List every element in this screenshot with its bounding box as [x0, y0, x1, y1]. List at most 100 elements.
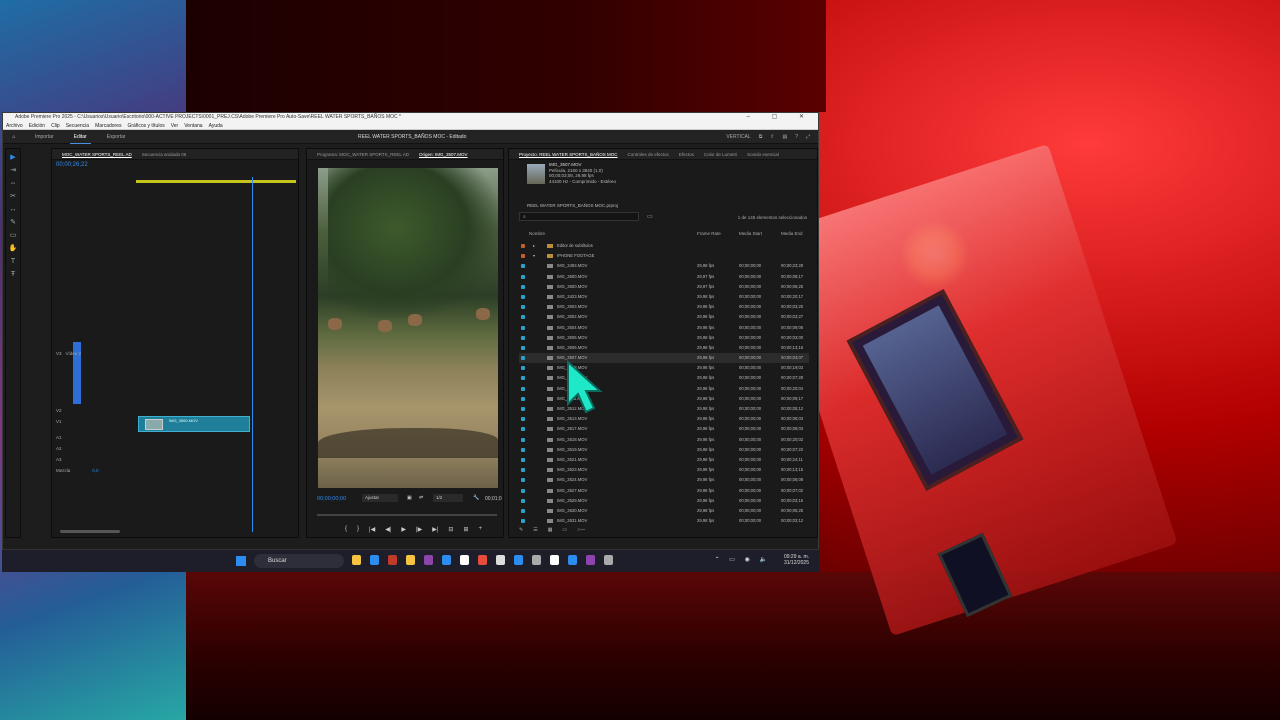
slip-icon[interactable]: ↔ — [8, 205, 18, 214]
track-header-v1[interactable]: V1 — [52, 417, 132, 426]
taskbar-app-icon[interactable] — [496, 555, 505, 565]
timeline-playhead[interactable] — [252, 177, 253, 532]
tab-importar[interactable]: Importar — [31, 130, 58, 144]
icon-view-icon[interactable]: ▦ — [548, 527, 553, 533]
ripple-edit-icon[interactable]: ⇔ — [8, 179, 18, 188]
folder-row[interactable]: ▸ Editor de subtítulos — [519, 241, 809, 251]
pen-icon[interactable]: ✎ — [8, 218, 18, 227]
column-media-end[interactable]: Media End — [781, 231, 803, 236]
menu-item[interactable]: Ventana — [184, 122, 202, 129]
pencil-icon[interactable]: ✎ — [519, 527, 523, 533]
timeline-work-area[interactable] — [136, 180, 296, 183]
panels-icon[interactable]: ▤ — [782, 134, 787, 140]
list-item[interactable]: IMG_3529.MOV 29,98 fps 00;00;00;00 00;00;03… — [519, 496, 809, 506]
menu-item[interactable]: Ver — [171, 122, 179, 129]
source-timecode[interactable]: 00;00;00;00 — [317, 496, 346, 502]
track-header-a2[interactable]: A2 — [52, 444, 132, 453]
mark-out-icon[interactable]: } — [357, 526, 359, 533]
add-icon[interactable]: + — [478, 526, 482, 533]
taskbar-app-icon[interactable] — [352, 555, 361, 565]
list-item[interactable]: IMG_3527.MOV 29,98 fps 00;00;00;00 00;00;07… — [519, 486, 809, 496]
list-item[interactable]: IMG_3523.MOV 29,98 fps 00;00;00;00 00;00;13… — [519, 465, 809, 475]
list-item[interactable]: IMG_3506.MOV 29,98 fps 00;00;00;00 00;00;13… — [519, 343, 809, 353]
column-frame-rate[interactable]: Frame Rate — [697, 231, 721, 236]
list-item[interactable]: IMG_3504.MOV 29,98 fps 00;00;00;00 00;00;09… — [519, 323, 809, 333]
tab-editar[interactable]: Editar — [69, 130, 91, 144]
track-select-icon[interactable]: ⇥ — [8, 166, 18, 175]
window-controls[interactable]: – ▢ ✕ — [747, 113, 814, 122]
taskbar-app-icon[interactable] — [514, 555, 523, 565]
menu-item[interactable]: Marcadores — [95, 122, 121, 129]
project-tab[interactable]: Color de Lumetri — [704, 149, 737, 159]
help-icon[interactable]: ? — [795, 134, 798, 140]
taskbar-app-icon[interactable] — [388, 555, 397, 565]
caption-icon[interactable]: Ŧ — [8, 270, 18, 279]
track-header-a3[interactable]: A3 — [52, 455, 132, 464]
taskbar-app-icon[interactable] — [442, 555, 451, 565]
source-scrubber[interactable] — [317, 514, 497, 516]
taskbar-app-icon[interactable] — [568, 555, 577, 565]
type-icon[interactable]: T — [8, 257, 18, 266]
mark-in-icon[interactable]: { — [345, 526, 347, 533]
expand-chevron-icon[interactable]: ▾ — [533, 251, 535, 261]
taskbar-app-icon[interactable] — [586, 555, 595, 565]
taskbar-app-icon[interactable] — [460, 555, 469, 565]
taskbar-search[interactable]: Buscar — [254, 554, 344, 568]
column-name[interactable]: Nombre — [529, 231, 545, 236]
menu-item[interactable]: Secuencia — [66, 122, 89, 129]
wrench-icon[interactable]: 🔧 — [473, 495, 479, 501]
list-item[interactable]: IMG_3509.MOV29,98 fps00;00;00;0000;00;07… — [519, 373, 809, 383]
settings-icon[interactable]: ▣ — [407, 495, 412, 501]
play-icon[interactable]: ▶ — [401, 526, 406, 533]
project-tab[interactable]: Sonido esencial — [747, 149, 779, 159]
column-media-start[interactable]: Media Start — [739, 231, 762, 236]
list-item[interactable]: IMG_3519.MOV 29,98 fps 00;00;00;00 00;00;07… — [519, 445, 809, 455]
list-item[interactable]: IMG_3503.MOV 29,98 fps 00;00;00;00 00;00;03… — [519, 302, 809, 312]
timeline-scrollbar[interactable] — [60, 530, 120, 533]
list-item[interactable]: IMG_3517.MOV 29,98 fps 00;00;00;00 00;00;08… — [519, 424, 809, 434]
selection-tool-icon[interactable]: ▶ — [8, 153, 18, 162]
resolution-dropdown[interactable]: 1/2 — [433, 494, 463, 502]
tab-source-monitor[interactable]: Origen: IMG_3507.MOV — [419, 149, 468, 159]
share-icon[interactable]: ⇧ — [770, 134, 774, 140]
tab-program-monitor[interactable]: Programa: MOC_WATER SPORTS_REEL AD — [317, 149, 409, 159]
track-header-v3[interactable]: V3 Vídeo 2 — [52, 349, 132, 358]
project-search-input[interactable]: ⌕ — [519, 212, 639, 221]
taskbar-app-icon[interactable] — [424, 555, 433, 565]
go-to-in-icon[interactable]: |◀ — [369, 526, 375, 533]
hand-icon[interactable]: ✋ — [8, 244, 18, 253]
timeline-timecode[interactable]: 00;00;26;22 — [52, 160, 298, 168]
list-item[interactable]: IMG_3423.MOV 29,98 fps 00;00;00;00 00;00;20… — [519, 292, 809, 302]
quick-export-icon[interactable]: ⧉ — [759, 134, 763, 140]
project-tab[interactable]: Efectos — [679, 149, 694, 159]
list-item[interactable]: IMG_3524.MOV 29,98 fps 00;00;00;00 00;00;06… — [519, 475, 809, 485]
menu-item[interactable]: Gráficos y títulos — [127, 122, 164, 129]
timeline-clip[interactable]: IMG_3560.MOV — [138, 416, 250, 432]
overwrite-button-icon[interactable]: ⊞ — [463, 526, 468, 533]
list-item[interactable]: IMG_3530.MOV 29,98 fps 00;00;00;00 00;00;05… — [519, 506, 809, 516]
tray-clock[interactable]: 09:29 a. m. 31/12/2025 — [784, 554, 809, 566]
step-forward-icon[interactable]: |▶ — [416, 526, 422, 533]
list-item[interactable]: IMG_3505.MOV 29,98 fps 00;00;00;00 00;00;03… — [519, 333, 809, 343]
menu-item[interactable]: Clip — [51, 122, 60, 129]
taskbar-app-icon[interactable] — [406, 555, 415, 565]
taskbar-app-icon[interactable] — [370, 555, 379, 565]
list-item[interactable]: IMG_3493.MOV 29,98 fps 00;00;00;00 00;00;23… — [519, 261, 809, 271]
zoom-slider-icon[interactable]: ○— — [577, 527, 585, 533]
menu-item[interactable]: Archivo — [6, 122, 23, 129]
tab-sequence-main[interactable]: MOC_WATER SPORTS_REEL AD — [62, 149, 132, 159]
folder-row[interactable]: ▾ IPHONE FOOTAGE — [519, 251, 809, 261]
tab-exportar[interactable]: Exportar — [103, 130, 130, 144]
list-item[interactable]: IMG_3531.MOV 29,98 fps 00;00;00;00 00;00;03… — [519, 516, 809, 526]
taskbar-app-icon[interactable] — [550, 555, 559, 565]
workspace-preset[interactable]: VERTICAL — [726, 134, 750, 140]
insert-button-icon[interactable]: ⊟ — [448, 526, 453, 533]
menu-item[interactable]: Edición — [29, 122, 45, 129]
mix-value[interactable]: 0,0 — [92, 468, 98, 473]
list-item[interactable]: IMG_3512.MOV 29,98 fps 00;00;00;00 00;00;05… — [519, 404, 809, 414]
step-back-icon[interactable]: ◀| — [385, 526, 391, 533]
insert-icon[interactable]: ⇌ — [419, 495, 423, 501]
list-item[interactable]: IMG_3518.MOV 29,98 fps 00;00;00;00 00;00;20… — [519, 435, 809, 445]
list-item[interactable]: IMG_3508.MOV29,98 fps00;00;00;0000;00;19… — [519, 363, 809, 373]
new-bin-icon[interactable]: ▭ — [647, 213, 653, 220]
